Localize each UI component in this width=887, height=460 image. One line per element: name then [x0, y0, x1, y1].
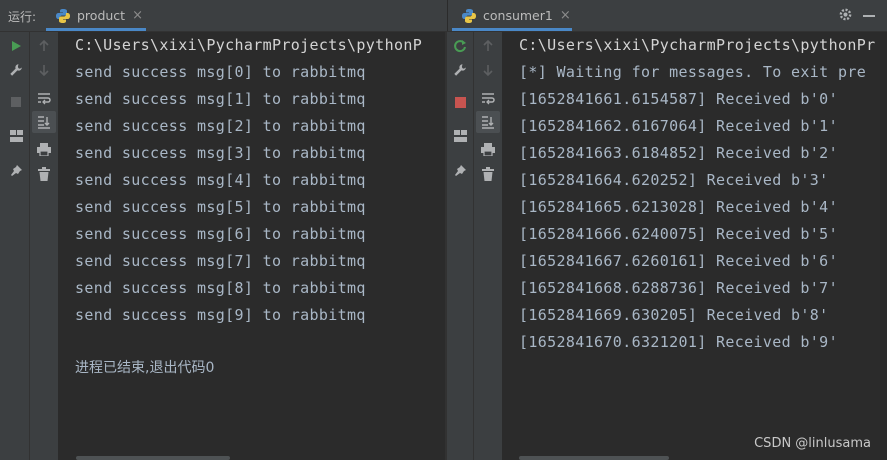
run-label: 运行:	[8, 10, 37, 24]
output-line: [1652841664.620252] Received b'3'	[519, 171, 829, 189]
rerun-icon[interactable]	[6, 36, 26, 56]
minimize-icon[interactable]	[862, 9, 876, 23]
active-tab-indicator	[452, 28, 572, 31]
tab-consumer1[interactable]: consumer1 ×	[452, 0, 572, 31]
rerun-icon[interactable]	[450, 36, 470, 56]
layout-icon[interactable]	[450, 126, 470, 146]
watermark: CSDN @linlusama	[754, 436, 871, 451]
stop-icon[interactable]	[450, 92, 470, 112]
console-toolbar	[474, 32, 503, 460]
run-toolbar	[0, 32, 30, 460]
scroll-to-end-icon[interactable]	[476, 111, 500, 133]
python-icon	[56, 8, 70, 23]
stop-icon[interactable]	[6, 92, 26, 112]
output-line: send success msg[1] to rabbitmq	[75, 90, 366, 108]
wrench-icon[interactable]	[450, 60, 470, 80]
horizontal-scrollbar[interactable]	[76, 456, 230, 460]
scroll-to-end-icon[interactable]	[32, 111, 56, 133]
layout-icon[interactable]	[6, 126, 26, 146]
gear-icon[interactable]	[838, 7, 853, 22]
output-line: [1652841661.6154587] Received b'0'	[519, 90, 838, 108]
wrench-icon[interactable]	[6, 60, 26, 80]
output-line: send success msg[6] to rabbitmq	[75, 225, 366, 243]
command-line: C:\Users\xixi\PycharmProjects\pythonPr	[519, 36, 876, 54]
tab-product[interactable]: product ×	[46, 0, 146, 31]
pin-icon[interactable]	[450, 160, 470, 180]
output-line: [1652841668.6288736] Received b'7'	[519, 279, 838, 297]
arrow-up-icon[interactable]	[34, 36, 54, 56]
run-pane-product: C:\Users\xixi\PycharmProjects\pythonP se…	[0, 32, 446, 460]
close-icon[interactable]: ×	[560, 8, 571, 23]
output-line: send success msg[8] to rabbitmq	[75, 279, 366, 297]
arrow-up-icon[interactable]	[478, 36, 498, 56]
output-line: [1652841666.6240075] Received b'5'	[519, 225, 838, 243]
trash-icon[interactable]	[478, 164, 498, 184]
output-line: [1652841669.630205] Received b'8'	[519, 306, 829, 324]
arrow-down-icon[interactable]	[478, 60, 498, 80]
arrow-down-icon[interactable]	[34, 60, 54, 80]
tab-product-label: product	[77, 8, 126, 23]
run-pane-consumer1: C:\Users\xixi\PycharmProjects\pythonPr […	[447, 32, 887, 460]
output-line: send success msg[7] to rabbitmq	[75, 252, 366, 270]
console-output[interactable]: C:\Users\xixi\PycharmProjects\pythonP se…	[60, 32, 446, 460]
output-line: send success msg[0] to rabbitmq	[75, 63, 366, 81]
output-line: send success msg[5] to rabbitmq	[75, 198, 366, 216]
console-toolbar	[30, 32, 59, 460]
output-line: [1652841663.6184852] Received b'2'	[519, 144, 838, 162]
trash-icon[interactable]	[34, 164, 54, 184]
run-tool-window-header: 运行: product × consumer1 ×	[0, 0, 887, 32]
divider	[447, 0, 448, 31]
waiting-line: [*] Waiting for messages. To exit pre	[519, 63, 867, 81]
soft-wrap-icon[interactable]	[478, 88, 498, 108]
run-toolbar	[447, 32, 474, 460]
output-line: [1652841662.6167064] Received b'1'	[519, 117, 838, 135]
output-line: send success msg[4] to rabbitmq	[75, 171, 366, 189]
pin-icon[interactable]	[6, 160, 26, 180]
output-line: send success msg[2] to rabbitmq	[75, 117, 366, 135]
exit-message: 进程已结束,退出代码0	[75, 360, 215, 376]
output-line: send success msg[3] to rabbitmq	[75, 144, 366, 162]
output-line: send success msg[9] to rabbitmq	[75, 306, 366, 324]
output-line: [1652841670.6321201] Received b'9'	[519, 333, 838, 351]
soft-wrap-icon[interactable]	[34, 88, 54, 108]
tab-consumer1-label: consumer1	[483, 8, 553, 23]
console-output[interactable]: C:\Users\xixi\PycharmProjects\pythonPr […	[504, 32, 887, 460]
output-line: [1652841665.6213028] Received b'4'	[519, 198, 838, 216]
output-line: [1652841667.6260161] Received b'6'	[519, 252, 838, 270]
print-icon[interactable]	[34, 139, 54, 159]
horizontal-scrollbar[interactable]	[519, 456, 669, 460]
print-icon[interactable]	[478, 139, 498, 159]
active-tab-indicator	[46, 28, 146, 31]
python-icon	[462, 8, 476, 23]
close-icon[interactable]: ×	[132, 8, 143, 23]
command-line: C:\Users\xixi\PycharmProjects\pythonP	[75, 36, 423, 54]
